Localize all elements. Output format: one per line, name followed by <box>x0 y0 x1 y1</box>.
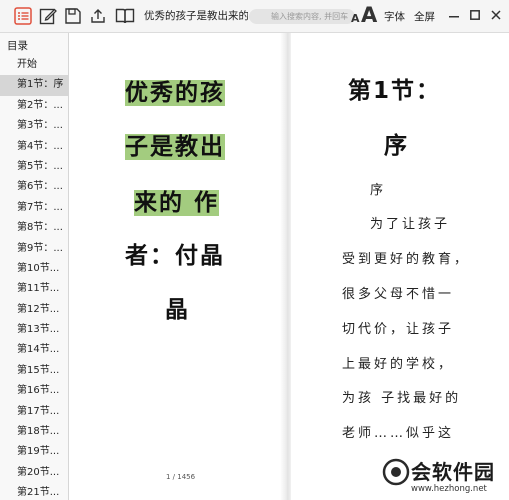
toc-list: 开始 第1节：序 第2节：... 第3节：... 第4节：... 第5节：... 第6节：.… <box>0 55 68 500</box>
watermark-text: 会软件园 <box>411 460 495 484</box>
document-title: 优秀的孩子是教出来的： <box>144 10 248 22</box>
toc-item[interactable]: 第1节：序 <box>0 75 68 96</box>
cover-title-line: 子是教出 <box>125 134 225 160</box>
cover-title-line: 优秀的孩 <box>125 80 225 106</box>
toc-list-icon[interactable] <box>13 6 33 26</box>
toc-item[interactable]: 第3节：... <box>0 116 68 136</box>
toc-item[interactable]: 第17节... <box>0 402 68 422</box>
toc-item[interactable]: 第7节：... <box>0 198 68 218</box>
toc-item[interactable]: 第4节：... <box>0 137 68 157</box>
fullscreen-button[interactable]: 全屏 <box>414 9 435 24</box>
toc-item[interactable]: 第8节：... <box>0 218 68 238</box>
edit-note-icon[interactable] <box>38 6 58 26</box>
toc-item[interactable]: 第2节：... <box>0 96 68 116</box>
body-text-line: 受到更好的教育， <box>342 252 471 267</box>
right-page: 第1节： 序 序 为了让孩子 受到更好的教育， 很多父母不惜一 切代价，让孩子 … <box>291 33 509 500</box>
toc-item[interactable]: 开始 <box>0 55 68 75</box>
toc-header: 目录 <box>7 40 28 52</box>
cover-author-line: 者：付晶 <box>125 243 225 269</box>
chapter-title: 第1节： <box>348 78 442 104</box>
share-icon[interactable] <box>88 6 108 26</box>
font-button[interactable]: 字体 <box>384 9 405 24</box>
toolbar: 优秀的孩子是教出来的： A A 字体 全屏 <box>0 0 509 33</box>
cover-title-line: 来的 作 <box>134 190 220 216</box>
toc-item[interactable]: 第21节... <box>0 483 68 500</box>
toc-item[interactable]: 第20节... <box>0 463 68 483</box>
toc-item[interactable]: 第12节... <box>0 300 68 320</box>
toc-item[interactable]: 第10节... <box>0 259 68 279</box>
bookmark-icon[interactable] <box>63 6 83 26</box>
toc-item[interactable]: 第9节：... <box>0 239 68 259</box>
toc-item[interactable]: 第6节：... <box>0 177 68 197</box>
font-decrease-button[interactable]: A <box>351 12 360 25</box>
body-text-line: 序 <box>370 183 387 198</box>
toc-item[interactable]: 第15节... <box>0 361 68 381</box>
toc-item[interactable]: 第13节... <box>0 320 68 340</box>
toc-item[interactable]: 第5节：... <box>0 157 68 177</box>
toc-sidebar: 目录 开始 第1节：序 第2节：... 第3节：... 第4节：... 第5节：... 第6… <box>0 33 69 500</box>
minimize-icon[interactable] <box>446 6 462 24</box>
watermark-url: www.hezhong.net <box>411 484 487 494</box>
search-input[interactable] <box>249 9 355 24</box>
toc-item[interactable]: 第11节... <box>0 279 68 299</box>
toc-item[interactable]: 第19节... <box>0 442 68 462</box>
page-number: 1 / 1456 <box>166 473 196 481</box>
book-icon[interactable] <box>115 6 135 26</box>
toc-item[interactable]: 第14节... <box>0 340 68 360</box>
body-text-line: 老师……似乎这 <box>342 426 455 441</box>
body-text-line: 很多父母不惜一 <box>342 287 455 302</box>
chapter-subtitle: 序 <box>384 133 409 159</box>
font-increase-button[interactable]: A <box>361 3 377 27</box>
toc-item[interactable]: 第18节... <box>0 422 68 442</box>
body-text-line: 为了让孩子 <box>370 217 451 232</box>
body-text-line: 切代价，让孩子 <box>342 322 455 337</box>
left-page: 优秀的孩 子是教出 来的 作 者：付晶 晶 1 / 1456 <box>69 33 286 500</box>
toc-item[interactable]: 第16节... <box>0 381 68 401</box>
body-text-line: 上最好的学校， <box>342 357 455 372</box>
body-text-line: 为孩 子找最好的 <box>342 391 462 406</box>
close-icon[interactable] <box>488 6 504 24</box>
cover-author-line: 晶 <box>165 297 190 323</box>
maximize-icon[interactable] <box>467 6 483 24</box>
